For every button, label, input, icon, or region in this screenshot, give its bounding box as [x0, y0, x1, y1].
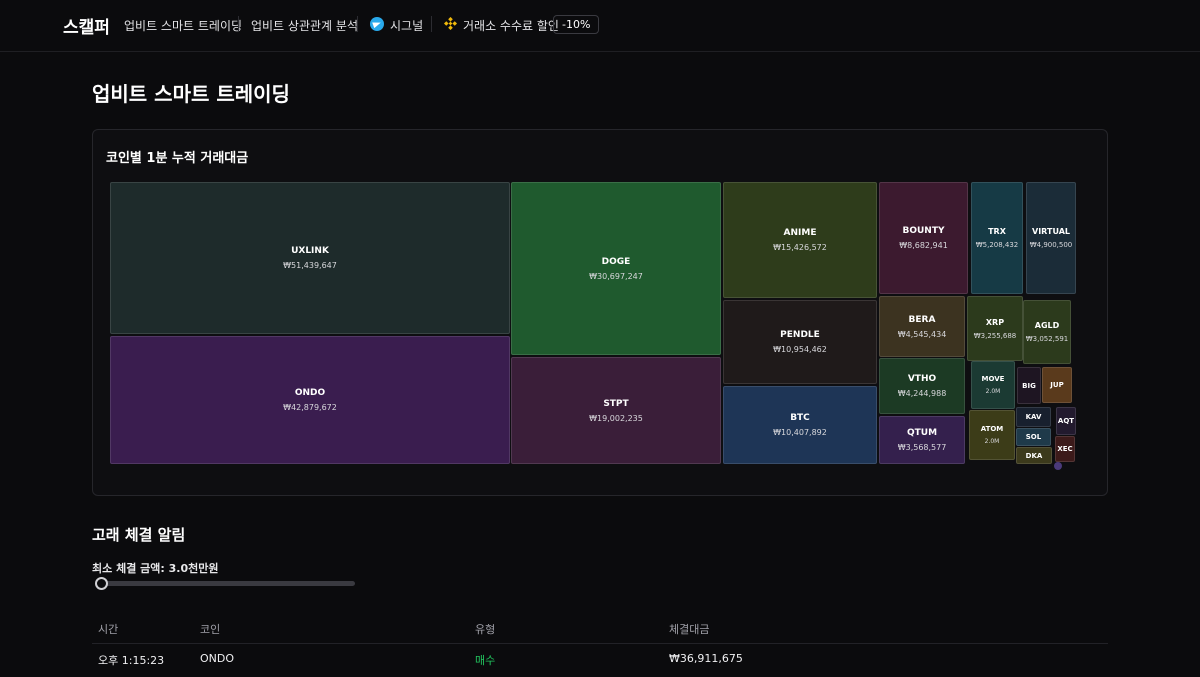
tile-symbol: SOL — [1025, 433, 1042, 441]
treemap-tile-agld[interactable]: AGLD ₩3,052,591 — [1023, 300, 1071, 364]
tile-symbol: BERA — [908, 314, 936, 325]
row-amount: ₩36,911,675 — [669, 652, 743, 665]
nav-fee-discount[interactable]: 거래소 수수료 할인 — [463, 17, 559, 34]
col-header-time: 시간 — [98, 623, 119, 636]
row-coin: ONDO — [200, 652, 235, 665]
tile-symbol: KAV — [1025, 413, 1042, 421]
treemap-tile-pendle[interactable]: PENDLE ₩10,954,462 — [723, 300, 877, 384]
treemap-tile-xrp[interactable]: XRP ₩3,255,688 — [967, 296, 1023, 361]
tile-value: ₩5,208,432 — [975, 241, 1019, 249]
tile-value: ₩3,255,688 — [973, 331, 1017, 340]
tile-symbol: AQT — [1057, 417, 1075, 425]
tile-value: ₩42,879,672 — [283, 403, 337, 412]
treemap-tile-btc[interactable]: BTC ₩10,407,892 — [723, 386, 877, 464]
treemap: UXLINK ₩51,439,647 ONDO ₩42,879,672 DOGE ₩30,… — [110, 182, 1080, 470]
treemap-tile-move[interactable]: MOVE 2.0M — [971, 361, 1015, 409]
row-type: 매수 — [475, 654, 496, 667]
tile-symbol: VIRTUAL — [1032, 227, 1070, 236]
treemap-tile-vtho[interactable]: VTHO ₩4,244,988 — [879, 358, 965, 414]
min-amount-slider-track[interactable] — [100, 581, 355, 586]
treemap-tile-uxlink[interactable]: UXLINK ₩51,439,647 — [110, 182, 510, 334]
tile-symbol: PENDLE — [780, 330, 820, 340]
treemap-title: 코인별 1분 누적 거래대금 — [106, 151, 249, 166]
tile-value: ₩30,697,247 — [589, 271, 643, 281]
treemap-tile-big[interactable]: BIG — [1017, 367, 1041, 404]
tile-symbol: ATOM — [980, 425, 1004, 433]
col-header-type: 유형 — [475, 623, 496, 636]
min-amount-label: 최소 체결 금액: 3.0천만원 — [92, 562, 219, 575]
tile-value: ₩10,407,892 — [773, 428, 827, 437]
tile-value: ₩4,244,988 — [897, 389, 947, 398]
col-header-coin: 코인 — [200, 623, 221, 636]
tile-symbol: JUP — [1050, 381, 1064, 389]
tile-symbol: ONDO — [294, 388, 326, 398]
logo[interactable]: 스캘퍼 — [63, 13, 110, 38]
treemap-tile-stpt[interactable]: STPT ₩19,002,235 — [511, 357, 721, 464]
whale-alert-title: 고래 체결 알림 — [92, 526, 186, 544]
nav-divider — [238, 16, 239, 32]
treemap-tile-xec[interactable]: XEC — [1055, 436, 1075, 462]
tile-symbol: TRX — [988, 227, 1006, 236]
col-header-amount: 체결대금 — [669, 623, 710, 636]
tile-symbol: MOVE — [981, 375, 1005, 383]
treemap-tile-qtum[interactable]: QTUM ₩3,568,577 — [879, 416, 965, 464]
binance-icon — [444, 17, 457, 30]
tile-symbol: XEC — [1057, 445, 1073, 453]
tile-symbol: BOUNTY — [902, 226, 945, 236]
tile-symbol: BIG — [1022, 381, 1036, 390]
treemap-tile-bera[interactable]: BERA ₩4,545,434 — [879, 296, 965, 357]
tile-value: ₩4,900,500 — [1029, 241, 1073, 249]
tile-value: ₩3,568,577 — [897, 443, 947, 452]
treemap-tile-doge[interactable]: DOGE ₩30,697,247 — [511, 182, 721, 355]
tile-value: ₩8,682,941 — [899, 241, 948, 250]
discount-badge[interactable]: -10% — [553, 15, 600, 34]
tile-symbol: QTUM — [906, 428, 938, 438]
nav-divider — [431, 16, 432, 32]
treemap-tile-atom[interactable]: ATOM 2.0M — [969, 410, 1015, 460]
treemap-tile-aqt[interactable]: AQT — [1056, 407, 1076, 435]
tile-symbol: AGLD — [1034, 321, 1060, 330]
tile-symbol: DKA — [1025, 451, 1043, 460]
treemap-tile-ondo[interactable]: ONDO ₩42,879,672 — [110, 336, 510, 464]
table-divider — [92, 643, 1108, 644]
tile-value: ₩51,439,647 — [283, 261, 337, 270]
tile-value: ₩10,954,462 — [773, 345, 827, 354]
treemap-card: 코인별 1분 누적 거래대금 UXLINK ₩51,439,647 ONDO ₩42,… — [92, 129, 1108, 496]
treemap-dot — [1054, 462, 1062, 470]
treemap-tile-anime[interactable]: ANIME ₩15,426,572 — [723, 182, 877, 298]
tile-value: 2.0M — [985, 388, 1001, 395]
tile-symbol: XRP — [985, 317, 1005, 327]
tile-symbol: STPT — [603, 398, 629, 409]
tile-symbol: BTC — [790, 413, 810, 423]
treemap-tile-virtual[interactable]: VIRTUAL ₩4,900,500 — [1026, 182, 1076, 294]
treemap-tile-trx[interactable]: TRX ₩5,208,432 — [971, 182, 1023, 294]
nav-divider — [357, 16, 358, 32]
nav-smart-trading[interactable]: 업비트 스마트 트레이딩 — [124, 17, 242, 34]
tile-symbol: VTHO — [907, 374, 937, 384]
tile-value: ₩15,426,572 — [773, 243, 827, 252]
top-nav: 스캘퍼 업비트 스마트 트레이딩 업비트 상관관계 분석 시그널 거래소 수수료… — [0, 0, 1200, 52]
tile-value: ₩3,052,591 — [1025, 335, 1069, 343]
telegram-icon — [370, 17, 384, 31]
tile-value: ₩4,545,434 — [897, 329, 947, 339]
tile-value: ₩19,002,235 — [589, 413, 643, 423]
tile-symbol: DOGE — [601, 256, 631, 267]
tile-value: 2.0M — [984, 438, 1000, 445]
treemap-tile-dka[interactable]: DKA — [1016, 447, 1052, 464]
treemap-tile-bounty[interactable]: BOUNTY ₩8,682,941 — [879, 182, 968, 294]
tile-symbol: UXLINK — [291, 246, 329, 256]
tile-symbol: ANIME — [783, 228, 817, 238]
treemap-tile-jup[interactable]: JUP — [1042, 367, 1072, 403]
page-title: 업비트 스마트 트레이딩 — [92, 82, 290, 106]
row-time: 오후 1:15:23 — [98, 654, 165, 667]
treemap-tile-kav[interactable]: KAV — [1016, 407, 1051, 427]
nav-signal[interactable]: 시그널 — [390, 17, 423, 34]
treemap-tile-sol[interactable]: SOL — [1016, 428, 1051, 446]
nav-correlation[interactable]: 업비트 상관관계 분석 — [251, 17, 358, 34]
min-amount-slider-thumb[interactable] — [95, 577, 108, 590]
